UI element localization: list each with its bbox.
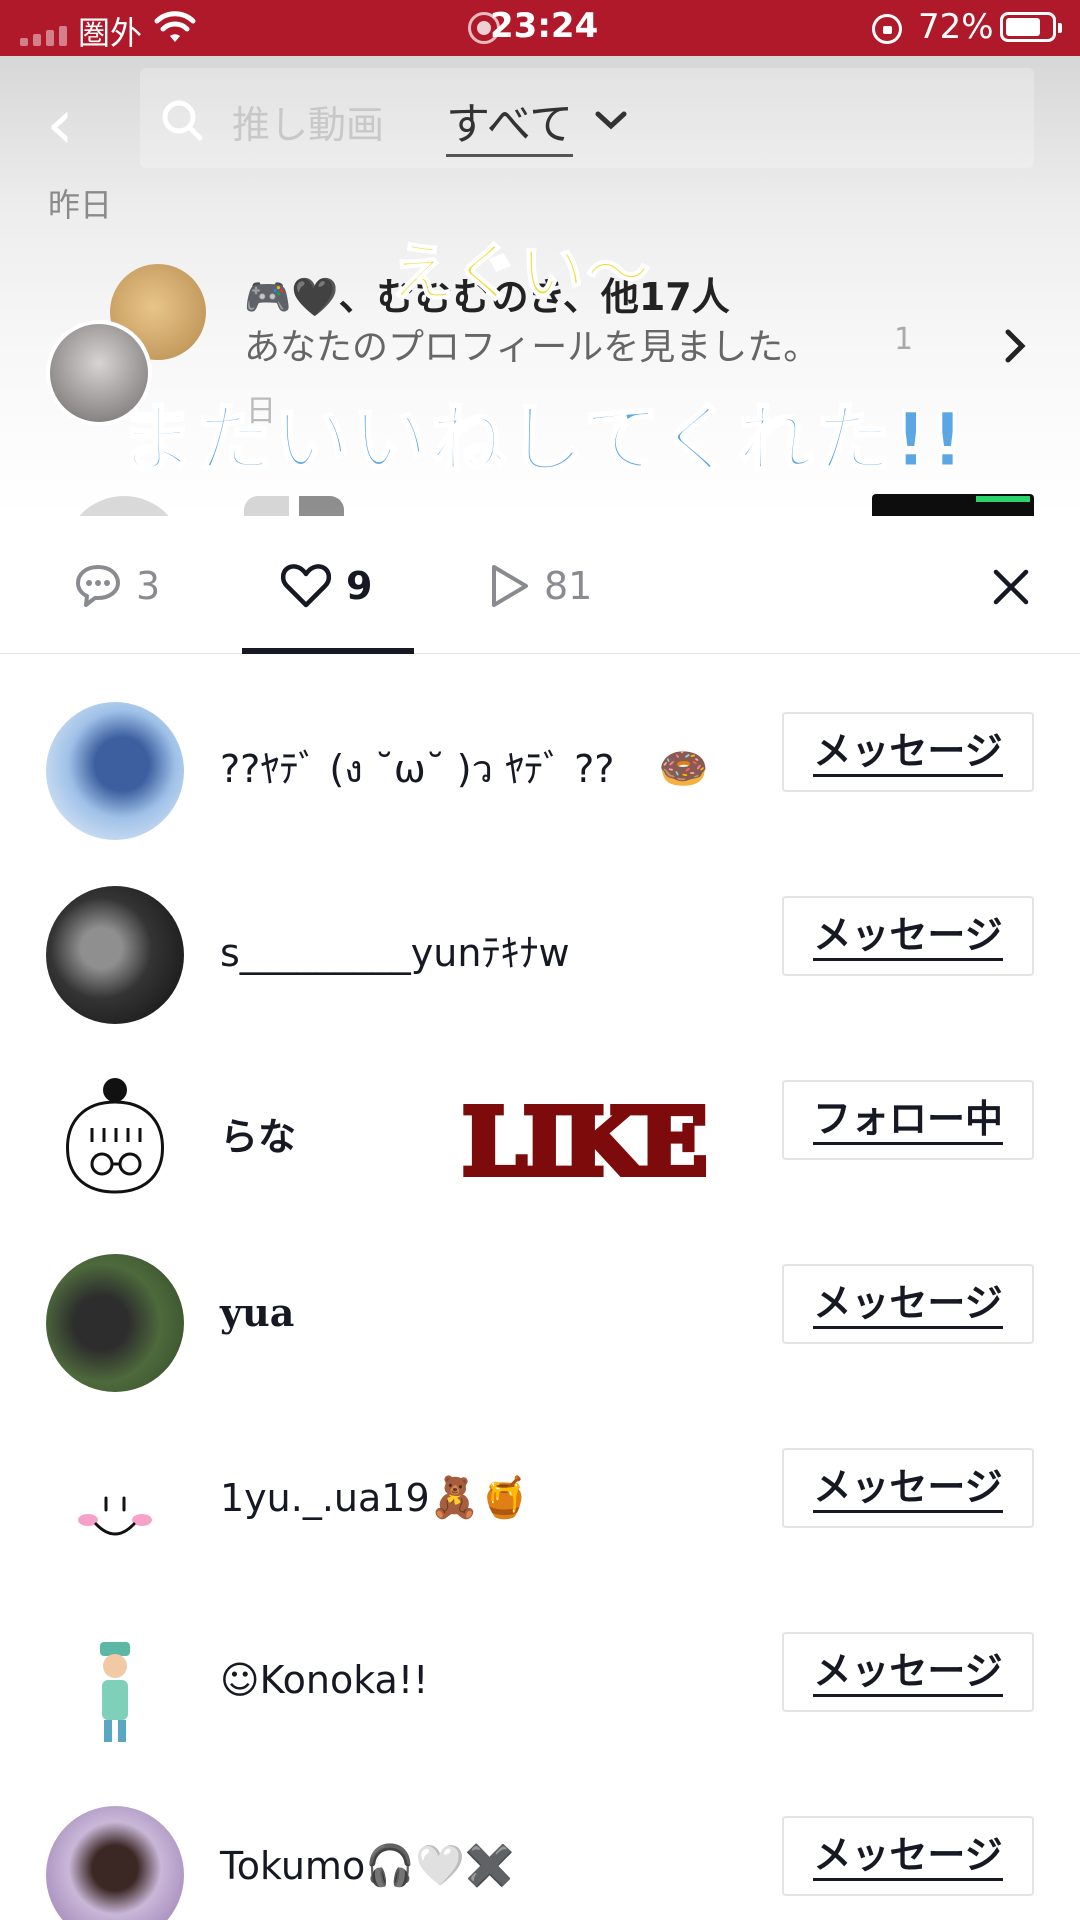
- search-icon: [162, 100, 203, 141]
- orientation-lock-icon: [872, 14, 902, 44]
- avatar[interactable]: [46, 1070, 184, 1208]
- message-button[interactable]: メッセージ: [782, 712, 1034, 792]
- list-item[interactable]: yua メッセージ: [0, 1238, 1080, 1398]
- nurse-character-avatar: [100, 1642, 130, 1742]
- comment-icon: [76, 565, 120, 607]
- like-count: 9: [346, 564, 373, 608]
- username: yua: [220, 1290, 295, 1335]
- activity-sheet: 3 9 81 ??ﾔﾃﾞ (ง ˘ω˘ )ว ﾔﾃﾞ ?? 🍩 メッセージ s__…: [0, 516, 1080, 1920]
- list-item[interactable]: 1yu._.ua19🧸🍯 メッセージ: [0, 1422, 1080, 1582]
- caption-overlay: またいいねしてくれた!!: [117, 394, 967, 486]
- avatar[interactable]: [46, 1622, 184, 1760]
- avatar[interactable]: [46, 886, 184, 1024]
- chevron-down-icon: [595, 111, 627, 130]
- play-icon: [492, 565, 528, 607]
- notification-icons: [244, 496, 344, 516]
- battery-percent: 72%: [918, 7, 994, 47]
- active-tab-indicator: [242, 648, 414, 654]
- avatar[interactable]: [46, 1438, 184, 1576]
- username: ??ﾔﾃﾞ (ง ˘ω˘ )ว ﾔﾃﾞ ?? 🍩: [220, 746, 709, 792]
- avatar[interactable]: [46, 702, 184, 840]
- message-button[interactable]: メッセージ: [782, 1448, 1034, 1528]
- view-count: 81: [544, 564, 593, 608]
- signal-icon: [20, 26, 67, 46]
- list-item[interactable]: s_________yunﾃｷﾅw メッセージ: [0, 870, 1080, 1030]
- avatar[interactable]: [46, 1806, 184, 1920]
- smiley-face-avatar: [78, 1496, 152, 1536]
- tab-likes[interactable]: 9: [280, 556, 372, 616]
- heart-icon: [280, 564, 332, 608]
- username: s_________yunﾃｷﾅw: [220, 931, 570, 975]
- close-icon[interactable]: [990, 566, 1032, 608]
- notification-text: あなたのプロフィールを見ました。: [244, 327, 820, 368]
- tab-views[interactable]: 81: [488, 556, 592, 616]
- notification-date: 1: [894, 322, 914, 357]
- carrier-label: 圏外: [78, 14, 143, 52]
- caption-overlay: えぐい〜: [389, 236, 653, 312]
- tab-comments[interactable]: 3: [74, 556, 160, 616]
- message-button[interactable]: メッセージ: [782, 1632, 1034, 1712]
- username: ☺︎Konoka!!: [220, 1658, 429, 1702]
- comment-count: 3: [136, 564, 161, 608]
- message-button[interactable]: メッセージ: [782, 1264, 1034, 1344]
- following-button[interactable]: フォロー中: [782, 1080, 1034, 1160]
- username: Tokumo🎧🤍✖️: [220, 1843, 515, 1889]
- message-button[interactable]: メッセージ: [782, 896, 1034, 976]
- list-item[interactable]: Tokumo🎧🤍✖️ メッセージ: [0, 1790, 1080, 1920]
- wifi-icon: [154, 11, 196, 42]
- message-button[interactable]: メッセージ: [782, 1816, 1034, 1896]
- video-thumbnail[interactable]: [872, 494, 1034, 516]
- like-sticker: LIKE: [459, 1085, 711, 1199]
- section-label: 昨日: [48, 186, 113, 224]
- status-bar: 圏外 23:24 72%: [0, 0, 1080, 56]
- cartoon-face-avatar: [66, 1078, 164, 1194]
- clock: 23:24: [490, 6, 599, 46]
- avatar: [64, 496, 184, 516]
- search-input[interactable]: 推し動画: [232, 94, 384, 149]
- back-icon[interactable]: ‹: [46, 89, 86, 159]
- chevron-right-icon[interactable]: [1000, 326, 1030, 366]
- battery-icon: [1000, 12, 1062, 42]
- username: らな: [220, 1115, 297, 1159]
- list-item[interactable]: ☺︎Konoka!! メッセージ: [0, 1606, 1080, 1766]
- tab-bar: 3 9 81: [0, 516, 1080, 654]
- list-item[interactable]: ??ﾔﾃﾞ (ง ˘ω˘ )ว ﾔﾃﾞ ?? 🍩 メッセージ: [0, 686, 1080, 846]
- avatar[interactable]: [46, 1254, 184, 1392]
- filter-dropdown[interactable]: すべて: [446, 88, 574, 157]
- username: 1yu._.ua19🧸🍯: [220, 1475, 530, 1521]
